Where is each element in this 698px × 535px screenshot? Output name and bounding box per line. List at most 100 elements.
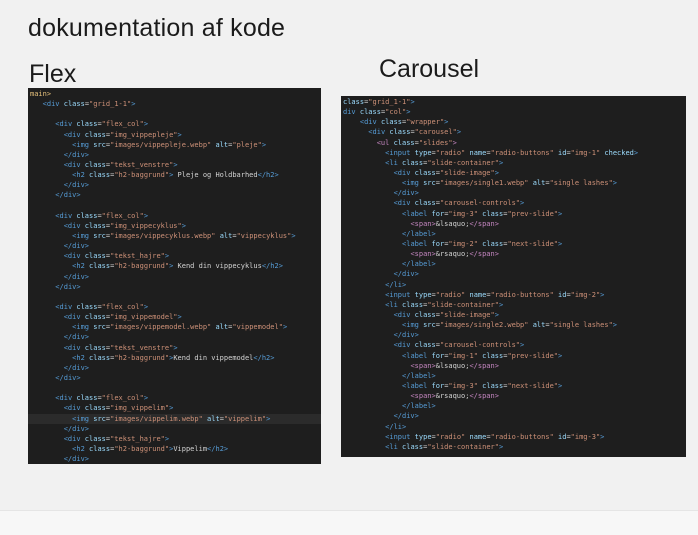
- code-token: "img-3": [448, 381, 478, 390]
- code-token: </div>: [55, 373, 81, 382]
- code-token: <div: [359, 118, 381, 127]
- code-line: <div class="wrapper">: [341, 117, 686, 127]
- code-token: <div: [63, 160, 85, 169]
- code-token: type: [414, 290, 432, 299]
- code-token: >: [612, 179, 618, 188]
- code-line: </div>: [341, 411, 686, 421]
- code-token: <div: [55, 302, 77, 311]
- code-token: for: [431, 209, 445, 218]
- code-token: "col": [385, 108, 407, 117]
- code-token: <label: [402, 381, 432, 390]
- code-token: <li: [385, 300, 403, 309]
- code-token: "tekst_hajre": [110, 434, 165, 443]
- code-token: </label>: [402, 371, 436, 380]
- code-token: </h2>: [207, 444, 229, 453]
- code-token: >: [600, 290, 605, 299]
- code-token: "flex_col": [101, 120, 144, 129]
- code-token: <label: [402, 351, 432, 360]
- code-token: class: [89, 171, 111, 180]
- code-line: </li>: [341, 280, 686, 290]
- code-token: src: [93, 231, 106, 240]
- code-line: <h2 class="h2-baggrund"> Pleje og Holdba…: [28, 170, 321, 180]
- code-token: "radio-buttons": [490, 290, 554, 299]
- code-token: src: [423, 179, 436, 188]
- code-token: class: [84, 343, 106, 352]
- carousel-code-screenshot: class="grid_1-1"> div class="col"> <div c…: [341, 96, 686, 457]
- code-token: >: [633, 148, 639, 157]
- code-token: <div: [63, 404, 85, 413]
- code-line: <div class="img_vippecyklus">: [28, 221, 321, 231]
- code-token: "vippelim": [223, 414, 267, 423]
- code-line: <label for="img-3" class="next-slide">: [341, 381, 686, 391]
- code-token: "single lashes": [549, 179, 613, 188]
- code-token: class: [89, 353, 111, 362]
- code-token: >: [143, 211, 149, 220]
- code-token: "img-2": [570, 290, 601, 299]
- code-token: >: [143, 302, 149, 311]
- code-token: "grid_1-1": [89, 100, 132, 109]
- code-token: "radio": [435, 148, 466, 157]
- footer-bar: [0, 510, 698, 535]
- code-token: main>: [30, 90, 52, 98]
- code-token: "img_vippemodel": [110, 313, 178, 322]
- code-line: div class="col">: [341, 107, 686, 117]
- code-token: class: [84, 221, 106, 230]
- slide-canvas: dokumentation af kode Flex Carousel main…: [0, 0, 698, 510]
- code-token: "images/vippecyklus.webp": [110, 231, 216, 240]
- code-token: <div: [393, 199, 415, 208]
- code-token: class: [84, 252, 106, 261]
- code-line: <img src="images/single2.webp" alt="sing…: [341, 320, 686, 330]
- code-token: "carousel-controls": [439, 341, 521, 350]
- code-token: "h2-baggrund": [114, 353, 170, 362]
- code-token: "slide-container": [427, 300, 499, 309]
- code-token: class: [84, 313, 106, 322]
- code-token: "radio-buttons": [490, 148, 554, 157]
- code-line: </div>: [28, 282, 321, 292]
- code-token: "images/vippelim.webp": [110, 414, 203, 423]
- code-token: &lsaquo;: [435, 361, 470, 370]
- code-token: class: [84, 130, 106, 139]
- code-token: class: [414, 310, 436, 319]
- code-line: <span>&lsaquo;</span>: [341, 219, 686, 229]
- code-token: "img-2": [448, 239, 478, 248]
- code-token: >: [444, 118, 449, 127]
- code-token: "radio": [435, 290, 466, 299]
- code-line: <span>&rsaquo;</span>: [341, 249, 686, 259]
- code-line: main>: [28, 89, 321, 99]
- code-token: "pleje": [232, 140, 262, 149]
- code-token: >: [261, 140, 267, 149]
- code-token: class: [76, 120, 98, 129]
- code-line: <div class="img_vippemodel">: [28, 312, 321, 322]
- code-line: <div class="tekst_hajre">: [28, 434, 321, 444]
- code-token: <div: [393, 168, 415, 177]
- code-token: <h2: [72, 262, 90, 271]
- code-token: >: [131, 100, 136, 109]
- code-line: <div class="tekst_venstre">: [28, 343, 321, 353]
- code-token: "carousel-controls": [439, 199, 521, 208]
- code-line: <label for="img-3" class="prev-slide">: [341, 209, 686, 219]
- code-token: &lsaquo;: [435, 219, 470, 228]
- code-token: >: [282, 323, 288, 332]
- code-token: name: [469, 432, 487, 441]
- code-line: </label>: [341, 371, 686, 381]
- code-line: <div class="tekst_hajre">: [28, 251, 321, 261]
- code-token: "slide-image": [439, 310, 495, 319]
